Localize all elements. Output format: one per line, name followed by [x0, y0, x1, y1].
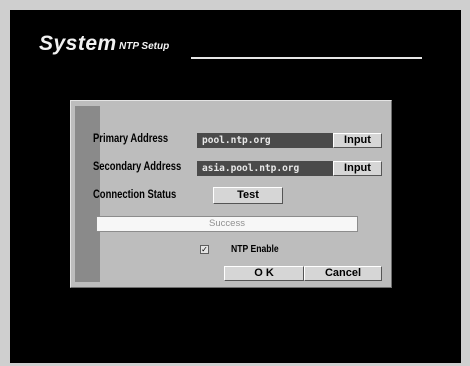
- page-subtitle: NTP Setup: [119, 41, 170, 52]
- secondary-address-label: Secondary Address: [93, 161, 182, 173]
- title-underline: [191, 57, 422, 59]
- page-header: System NTP Setup: [39, 32, 422, 62]
- secondary-address-field[interactable]: asia.pool.ntp.org: [197, 161, 333, 176]
- test-button[interactable]: Test: [213, 187, 283, 204]
- primary-input-button[interactable]: Input: [333, 133, 382, 148]
- connection-status-label: Connection Status: [93, 189, 177, 201]
- cancel-button[interactable]: Cancel: [304, 266, 382, 281]
- secondary-input-button[interactable]: Input: [333, 161, 382, 176]
- connection-result-field: Success: [96, 216, 358, 232]
- page-title: System: [39, 32, 117, 55]
- ntp-setup-dialog: Primary Address pool.ntp.org Input Secon…: [70, 100, 392, 288]
- screen: System NTP Setup Primary Address pool.nt…: [10, 10, 461, 363]
- ntp-enable-label: NTP Enable: [231, 243, 279, 255]
- ntp-enable-checkbox[interactable]: ✓: [200, 245, 209, 254]
- primary-address-field[interactable]: pool.ntp.org: [197, 133, 333, 148]
- primary-address-label: Primary Address: [93, 133, 169, 145]
- ok-button[interactable]: O K: [224, 266, 304, 281]
